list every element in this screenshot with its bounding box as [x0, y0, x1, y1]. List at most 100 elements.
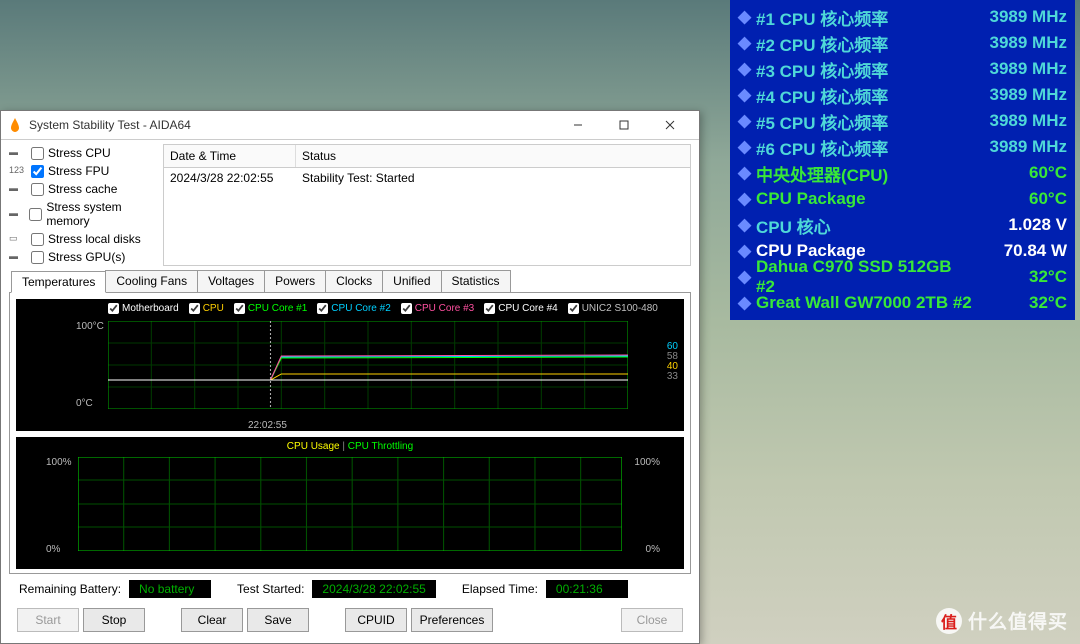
legend-label: CPU Core #3 [415, 303, 474, 314]
legend-checkbox[interactable] [317, 303, 328, 314]
stress-checkbox[interactable] [31, 165, 44, 178]
osd-value: 60°C [972, 189, 1067, 209]
stress-option[interactable]: ▬ Stress CPU [9, 144, 157, 162]
legend-item[interactable]: UNIC2 S100-480 [568, 303, 658, 314]
log-row[interactable]: 2024/3/28 22:02:55Stability Test: Starte… [164, 168, 690, 188]
temperature-chart: Motherboard CPU CPU Core #1 CPU Core #2 CPU … [16, 299, 684, 431]
watermark-text: 什么值得买 [968, 607, 1068, 634]
battery-value: No battery [129, 580, 211, 598]
stress-option[interactable]: ▬ Stress system memory [9, 198, 157, 230]
elapsed-label: Elapsed Time: [462, 582, 538, 596]
osd-label: #6 CPU 核心频率 [756, 135, 972, 160]
started-value: 2024/3/28 22:02:55 [312, 580, 435, 598]
stress-checkbox[interactable] [29, 208, 42, 221]
minimize-button[interactable] [555, 111, 601, 139]
stress-checkbox[interactable] [31, 147, 44, 160]
stress-option[interactable]: ▬ Stress cache [9, 180, 157, 198]
tab-cooling-fans[interactable]: Cooling Fans [105, 270, 198, 292]
close-dialog-button[interactable]: Close [621, 608, 683, 632]
legend-item[interactable]: CPU [189, 303, 224, 314]
log-header-datetime[interactable]: Date & Time [164, 145, 296, 167]
tab-voltages[interactable]: Voltages [197, 270, 265, 292]
tab-clocks[interactable]: Clocks [325, 270, 383, 292]
osd-label: #5 CPU 核心频率 [756, 109, 972, 134]
cpu-yr-bot: 0% [646, 544, 660, 555]
legend-item[interactable]: CPU Core #1 [234, 303, 307, 314]
cpu-plot [78, 457, 622, 551]
legend-label: Motherboard [122, 303, 179, 314]
stress-checkbox[interactable] [31, 251, 44, 264]
legend-checkbox[interactable] [189, 303, 200, 314]
legend-checkbox[interactable] [234, 303, 245, 314]
osd-value: 3989 MHz [972, 111, 1067, 131]
osd-row: ◆ Dahua C970 SSD 512GB #2 32°C [738, 264, 1067, 290]
legend-item[interactable]: CPU Core #4 [484, 303, 557, 314]
osd-value: 3989 MHz [972, 7, 1067, 27]
stress-option[interactable]: ▬ Stress GPU(s) [9, 248, 157, 266]
stress-label: Stress CPU [48, 146, 111, 160]
tab-temperatures[interactable]: Temperatures [11, 271, 106, 293]
window-title: System Stability Test - AIDA64 [29, 118, 555, 132]
legend-item[interactable]: CPU Core #3 [401, 303, 474, 314]
stress-label: Stress system memory [46, 200, 157, 228]
bullet-icon: ◆ [738, 59, 756, 79]
osd-value: 3989 MHz [972, 33, 1067, 53]
legend-item[interactable]: CPU Core #2 [317, 303, 390, 314]
osd-row: ◆ CPU Package 60°C [738, 186, 1067, 212]
cpuid-button[interactable]: CPUID [345, 608, 407, 632]
stress-checkbox[interactable] [31, 233, 44, 246]
cpu-y-bot: 0% [46, 544, 60, 555]
osd-row: ◆ #6 CPU 核心频率 3989 MHz [738, 134, 1067, 160]
tab-unified[interactable]: Unified [382, 270, 441, 292]
osd-label: #4 CPU 核心频率 [756, 83, 972, 108]
osd-label: CPU Package [756, 189, 972, 209]
bullet-icon: ◆ [738, 33, 756, 53]
stability-test-window: System Stability Test - AIDA64 ▬ Stress … [0, 110, 700, 644]
log-cell-status: Stability Test: Started [296, 168, 421, 188]
stress-option[interactable]: ▭ Stress local disks [9, 230, 157, 248]
preferences-button[interactable]: Preferences [411, 608, 493, 632]
cpu-y-top: 100% [46, 457, 72, 468]
osd-row: ◆ #3 CPU 核心频率 3989 MHz [738, 56, 1067, 82]
status-row: Remaining Battery: No battery Test Start… [9, 574, 691, 604]
legend-checkbox[interactable] [401, 303, 412, 314]
osd-panel: ◆ #1 CPU 核心频率 3989 MHz◆ #2 CPU 核心频率 3989… [730, 0, 1075, 320]
save-button[interactable]: Save [247, 608, 309, 632]
temp-y-bot: 0°C [76, 398, 93, 409]
tab-powers[interactable]: Powers [264, 270, 326, 292]
titlebar[interactable]: System Stability Test - AIDA64 [1, 111, 699, 140]
legend-checkbox[interactable] [484, 303, 495, 314]
osd-row: ◆ #2 CPU 核心频率 3989 MHz [738, 30, 1067, 56]
temp-readout-2b: 33 [667, 371, 678, 382]
legend-label: CPU Core #1 [248, 303, 307, 314]
close-button[interactable] [647, 111, 693, 139]
legend-checkbox[interactable] [108, 303, 119, 314]
osd-value: 70.84 W [972, 241, 1067, 261]
legend-item[interactable]: Motherboard [108, 303, 179, 314]
stress-checkbox[interactable] [31, 183, 44, 196]
component-icon: ▬ [9, 147, 27, 159]
osd-value: 32°C [972, 293, 1067, 313]
watermark-icon: 值 [936, 608, 962, 634]
legend-checkbox[interactable] [568, 303, 579, 314]
log-table: Date & Time Status 2024/3/28 22:02:55Sta… [163, 144, 691, 266]
tab-statistics[interactable]: Statistics [441, 270, 511, 292]
maximize-button[interactable] [601, 111, 647, 139]
log-header-status[interactable]: Status [296, 145, 690, 167]
temp-y-top: 100°C [76, 321, 104, 332]
component-icon: ▬ [9, 183, 27, 195]
osd-row: ◆ #4 CPU 核心频率 3989 MHz [738, 82, 1067, 108]
log-cell-datetime: 2024/3/28 22:02:55 [164, 168, 296, 188]
osd-value: 3989 MHz [972, 137, 1067, 157]
component-icon: 123 [9, 165, 27, 177]
stress-option[interactable]: 123 Stress FPU [9, 162, 157, 180]
start-button[interactable]: Start [17, 608, 79, 632]
chart-area: Motherboard CPU CPU Core #1 CPU Core #2 CPU … [9, 293, 691, 574]
clear-button[interactable]: Clear [181, 608, 243, 632]
legend-label: UNIC2 S100-480 [582, 303, 658, 314]
component-icon: ▭ [9, 233, 27, 245]
stop-button[interactable]: Stop [83, 608, 145, 632]
bullet-icon: ◆ [738, 189, 756, 209]
osd-value: 32°C [972, 267, 1067, 287]
app-icon [7, 117, 23, 133]
